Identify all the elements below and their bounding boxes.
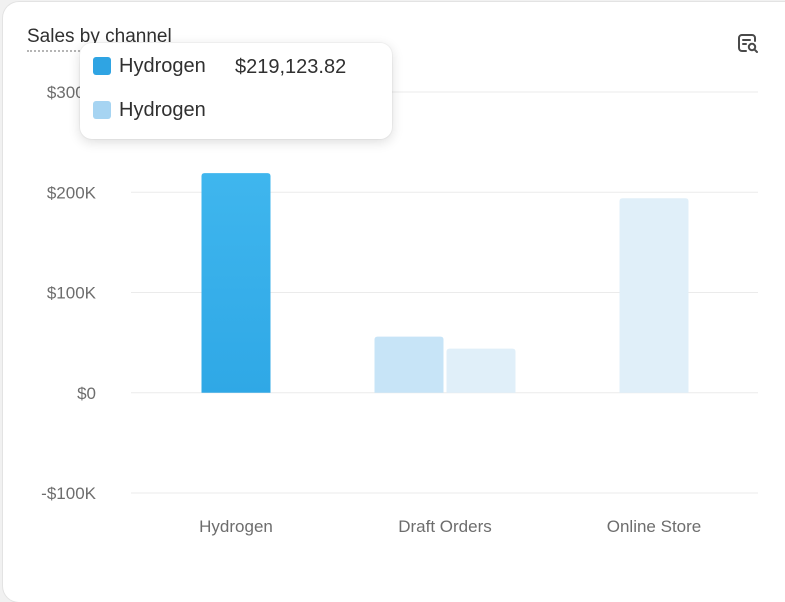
tooltip-label-comparison: Hydrogen — [119, 98, 206, 121]
y-tick-label: -$100K — [41, 484, 96, 503]
x-tick-label: Draft Orders — [398, 517, 492, 536]
bar-draft-orders-series-2 — [446, 348, 516, 393]
bar-draft-orders-series-1 — [374, 336, 444, 393]
tooltip-value-primary: $219,123.82 — [235, 56, 347, 78]
tooltip-swatch-comparison — [93, 101, 111, 119]
x-tick-label: Online Store — [607, 517, 702, 536]
bar-online-store-series-1 — [619, 198, 689, 393]
tooltip-row-primary: Hydrogen — [93, 54, 206, 78]
tooltip-swatch-primary — [93, 57, 111, 75]
y-tick-label: $200K — [47, 183, 97, 202]
tooltip-label-primary: Hydrogen — [119, 54, 206, 77]
x-tick-label: Hydrogen — [199, 517, 273, 536]
y-tick-label: $100K — [47, 284, 97, 303]
bar-hydrogen-series-1 — [201, 173, 271, 393]
tooltip-row-comparison: Hydrogen — [93, 98, 206, 122]
y-tick-label: $0 — [77, 384, 96, 403]
chart-tooltip: Hydrogen $219,123.82 Hydrogen — [80, 43, 392, 139]
